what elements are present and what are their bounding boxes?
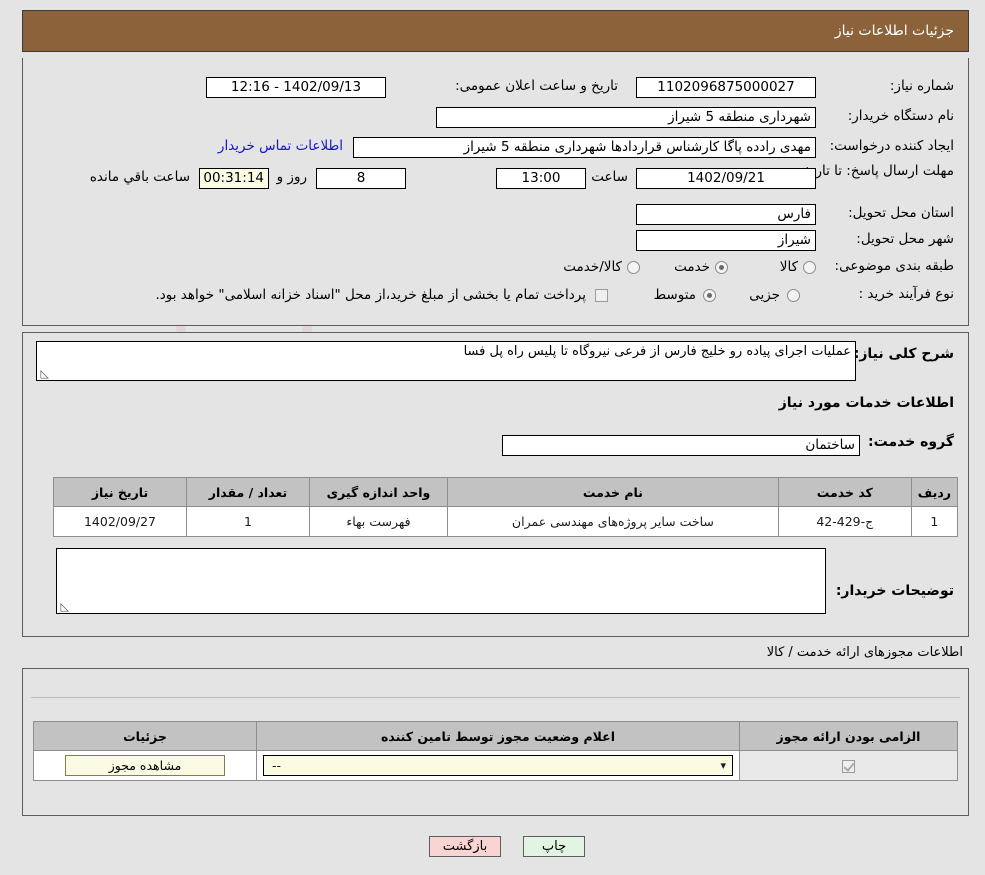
th-unit: واحد اندازه گیری (309, 477, 448, 507)
buyer-org-label: نام دستگاه خریدار: (847, 108, 954, 124)
view-license-button[interactable]: مشاهده مجوز (65, 755, 225, 776)
resize-handle-icon[interactable]: ◺ (39, 368, 49, 379)
cell-license-status: ▾ -- (256, 750, 740, 781)
checkbox-license-required (842, 760, 855, 773)
checkbox-treasury-bonds[interactable] (595, 289, 608, 302)
radio-process-minor[interactable] (787, 289, 800, 302)
radio-category-goods-label: کالا (779, 259, 798, 275)
need-info-form: شماره نیاز: 1102096875000027 تاریخ و ساع… (22, 58, 969, 326)
deadline-hour-field[interactable]: 13:00 (496, 168, 586, 189)
city-field[interactable]: شیراز (636, 230, 816, 251)
licenses-caption: اطلاعات مجوزهای ارائه خدمت / کالا (766, 645, 963, 660)
creator-field[interactable]: مهدی رادده پاگا کارشناس قراردادها شهردار… (353, 137, 816, 158)
treasury-note-text: پرداخت تمام یا بخشی از مبلغ خرید،از محل … (155, 287, 586, 303)
radio-category-goods-service[interactable] (627, 261, 640, 274)
th-quantity: تعداد / مقدار (186, 477, 310, 507)
licenses-table-header-row: الزامی بودن ارائه مجوز اعلام وضعیت مجوز … (33, 721, 958, 751)
buyer-notes-textarea[interactable]: ◺ (56, 548, 826, 614)
services-info-title: اطلاعات خدمات مورد نیاز (778, 395, 954, 411)
remaining-time-field[interactable]: 00:31:14 (199, 168, 269, 189)
page-header: جزئیات اطلاعات نیاز (22, 10, 969, 52)
need-number-field[interactable]: 1102096875000027 (636, 77, 816, 98)
category-row: طبقه بندی موضوعی: (824, 258, 954, 274)
cell-need-date: 1402/09/27 (53, 506, 187, 537)
remaining-days-field[interactable]: 8 (316, 168, 406, 189)
th-license-required: الزامی بودن ارائه مجوز (739, 721, 958, 751)
deadline-label: مهلت ارسال پاسخ: تا تاریخ: (798, 163, 954, 179)
province-label: استان محل تحویل: (848, 205, 954, 221)
chevron-down-icon: ▾ (720, 759, 726, 772)
service-details-panel: شرح کلی نیاز: عملیات اجرای پیاده رو خلیج… (22, 332, 969, 637)
radio-category-goods[interactable] (803, 261, 816, 274)
cell-license-details: مشاهده مجوز (33, 750, 257, 781)
announce-label: تاریخ و ساعت اعلان عمومی: (455, 78, 618, 94)
category-label: طبقه بندی موضوعی: (834, 258, 954, 274)
page-root: AnaTender.net جزئیات اطلاعات نیاز شماره … (0, 0, 985, 875)
need-number-label: شماره نیاز: (889, 78, 954, 94)
announce-datetime-field[interactable]: 1402/09/13 - 12:16 (206, 77, 386, 98)
th-service-name: نام خدمت (447, 477, 779, 507)
services-table: ردیف کد خدمت نام خدمت واحد اندازه گیری ت… (53, 477, 959, 537)
cell-row-no: 1 (910, 506, 959, 537)
radio-process-medium-label: متوسط (653, 287, 696, 303)
print-button[interactable]: چاپ (523, 836, 585, 857)
general-desc-value: عملیات اجرای پیاده رو خلیج فارس از فرعی … (463, 344, 851, 359)
cell-license-required (739, 750, 958, 781)
radio-category-goods-service-label: کالا/خدمت (563, 259, 622, 275)
back-button[interactable]: بازگشت (429, 836, 501, 857)
table-row: 1 ج-429-42 ساخت سایر پروژه‌های مهندسی عم… (53, 506, 959, 537)
remaining-label: ساعت باقي مانده (89, 169, 190, 185)
th-row-no: ردیف (910, 477, 959, 507)
general-desc-label: شرح کلی نیاز: (853, 346, 954, 362)
cell-service-code: ج-429-42 (777, 506, 912, 537)
process-row: نوع فرآیند خرید : (824, 286, 954, 302)
radio-process-minor-label: جزیی (749, 287, 780, 303)
province-row: استان محل تحویل: (824, 205, 954, 221)
page-title: جزئیات اطلاعات نیاز (834, 23, 954, 39)
th-license-details: جزئیات (33, 721, 257, 751)
license-status-select[interactable]: ▾ -- (263, 755, 733, 776)
radio-category-service-label: خدمت (674, 259, 710, 275)
province-field[interactable]: فارس (636, 204, 816, 225)
radio-category-service[interactable] (715, 261, 728, 274)
th-service-code: کد خدمت (777, 477, 912, 507)
city-label: شهر محل تحویل: (856, 231, 954, 247)
need-number-row: شماره نیاز: (824, 78, 954, 94)
license-status-value: -- (272, 758, 282, 773)
days-label: روز و (276, 169, 307, 185)
cell-quantity: 1 (186, 506, 310, 537)
buyer-contact-link[interactable]: اطلاعات تماس خریدار (218, 138, 343, 154)
licenses-table: الزامی بودن ارائه مجوز اعلام وضعیت مجوز … (33, 721, 958, 781)
panel-divider (31, 697, 960, 698)
hour-label: ساعت (591, 169, 628, 185)
service-group-field[interactable]: ساختمان (502, 435, 860, 456)
service-group-label: گروه خدمت: (868, 434, 954, 450)
licenses-panel: الزامی بودن ارائه مجوز اعلام وضعیت مجوز … (22, 668, 969, 816)
general-desc-textarea[interactable]: عملیات اجرای پیاده رو خلیج فارس از فرعی … (36, 341, 856, 381)
services-table-header-row: ردیف کد خدمت نام خدمت واحد اندازه گیری ت… (53, 477, 959, 507)
process-label: نوع فرآیند خرید : (858, 286, 954, 302)
creator-row: ایجاد کننده درخواست: (824, 138, 954, 154)
cell-unit: فهرست بهاء (309, 506, 448, 537)
buyer-org-field[interactable]: شهرداری منطقه 5 شیراز (436, 107, 816, 128)
buyer-org-row: نام دستگاه خریدار: (824, 108, 954, 124)
resize-handle-icon-2[interactable]: ◺ (59, 601, 69, 612)
buyer-notes-label: توضیحات خریدار: (835, 583, 954, 599)
radio-process-medium[interactable] (703, 289, 716, 302)
cell-service-name: ساخت سایر پروژه‌های مهندسی عمران (447, 506, 779, 537)
creator-label: ایجاد کننده درخواست: (829, 138, 954, 154)
announce-row: تاریخ و ساعت اعلان عمومی: (455, 78, 618, 94)
th-need-date: تاریخ نیاز (53, 477, 187, 507)
city-row: شهر محل تحویل: (824, 231, 954, 247)
deadline-date-field[interactable]: 1402/09/21 (636, 168, 816, 189)
table-row: ▾ -- مشاهده مجوز (33, 750, 958, 781)
deadline-row: مهلت ارسال پاسخ: تا تاریخ: (798, 163, 954, 180)
th-license-status: اعلام وضعیت مجوز توسط تامین کننده (256, 721, 740, 751)
